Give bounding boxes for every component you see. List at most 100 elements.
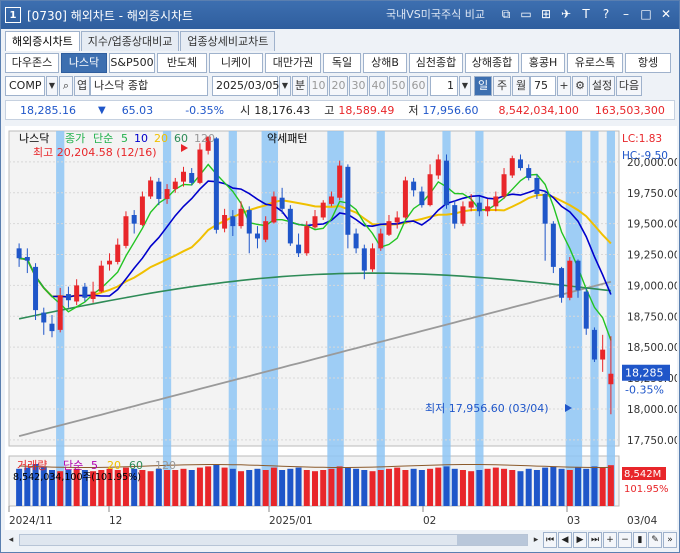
chart-canvas[interactable]: 20,000.0019,750.0019,500.0019,250.0019,0… [5,126,677,530]
count-field[interactable]: 1 [430,76,458,96]
volume-value: 8,542,034,100 [498,103,579,117]
index-button-sp500[interactable]: S&P500 [109,53,155,73]
index-button-hangseng[interactable]: 항셍 [625,53,671,73]
index-button-nasdaq[interactable]: 나스닥 [61,53,107,73]
index-button-germany[interactable]: 독일 [323,53,361,73]
low-label: 저 [408,104,419,117]
weekly-button[interactable]: 주 [493,76,511,96]
index-button-dow[interactable]: 다우존스 [5,53,59,73]
volume-bar [575,467,582,506]
zoom-in-icon[interactable]: + [603,532,617,548]
price-chart[interactable]: 20,000.00 19,750.00 19,500.00 19,250.00 19,0… [5,126,677,530]
volume-bar [591,466,598,506]
count-dropdown-icon[interactable]: ▼ [459,76,471,96]
settings-button[interactable]: 설정 [589,76,615,96]
candle-body [148,180,154,197]
tools-icon[interactable]: ✎ [648,532,662,548]
play-icon[interactable]: ▶ [573,532,587,548]
candle-body [172,181,178,190]
close-icon[interactable]: ✕ [657,5,675,23]
maximize-icon[interactable]: □ [637,5,655,23]
screen-icon[interactable]: ▭ [517,5,535,23]
scroll-thumb[interactable] [457,535,527,545]
last-icon[interactable]: ⏭ [588,532,602,548]
candle-body [41,312,47,323]
index-button-taiwan[interactable]: 대만가권 [265,53,321,73]
next-button[interactable]: 다음 [616,76,642,96]
volume-bar [459,470,466,506]
period-10-button[interactable]: 10 [309,76,328,96]
volume-bar [221,467,228,506]
period-40-button[interactable]: 40 [369,76,388,96]
price-change: 65.03 [121,103,154,117]
increase-icon[interactable]: + [557,76,571,96]
help-icon[interactable]: ? [597,5,615,23]
volume-bar [509,470,516,506]
candle-body [82,286,88,298]
lc-label: LC:1.83 [622,133,662,145]
compare-link[interactable]: 국내VS미국주식 비교 [386,6,485,22]
index-selector: 다우존스 나스닥 S&P500 반도체 니케이 대만가권 독일 상해B 심천종합… [5,53,673,73]
tab-overseas-chart[interactable]: 해외증시차트 [5,31,80,51]
link-icon[interactable]: ⧉ [497,5,515,23]
index-button-eurostoxx[interactable]: 유로스톡 [567,53,623,73]
percent-change: -0.35% [185,103,225,117]
index-button-nikkei[interactable]: 니케이 [209,53,263,73]
scroll-left-icon[interactable]: ◂ [5,533,17,547]
gear-icon[interactable]: ⚙ [572,76,588,96]
tab-sector-detail[interactable]: 업종상세비교차트 [180,31,276,51]
candle-body [534,177,540,194]
symbol-dropdown-icon[interactable]: ▼ [46,76,58,96]
layout-icon[interactable]: ⊞ [537,5,555,23]
pin-icon[interactable]: ✈ [557,5,575,23]
volume-bar [164,470,171,506]
period-20-button[interactable]: 20 [329,76,348,96]
down-arrow-icon: ▼ [97,104,106,116]
daily-button[interactable]: 일 [474,76,492,96]
y-tick-label: 18,000.00 [627,404,677,416]
minimize-icon[interactable]: – [617,5,635,23]
index-button-shanghai-b[interactable]: 상해B [363,53,407,73]
index-button-shenzhen[interactable]: 심천종합 [409,53,463,73]
list-button[interactable]: 엽 [74,76,90,96]
symbol-field[interactable]: COMP [5,76,45,96]
x-tick-label: 02 [423,515,436,527]
candle-body [517,159,523,169]
volume-bar [525,468,532,506]
x-tick-label: 03 [567,515,580,527]
t-icon[interactable]: T [577,5,595,23]
candle-body [493,196,499,207]
date-dropdown-icon[interactable]: ▼ [279,76,291,96]
volume-bar [328,468,335,506]
volume-bar [180,468,187,506]
period-60-button[interactable]: 60 [409,76,428,96]
magnifier-icon[interactable]: ⌕ [59,76,73,96]
candle-body [238,208,244,227]
monthly-button[interactable]: 월 [512,76,530,96]
bar-count-field[interactable]: 75 [530,76,556,96]
scroll-right-icon[interactable]: ▸ [530,533,542,547]
x-tick-label: 2025/01 [269,515,313,527]
high-marker-label: 최고 20,204.58 (12/16) [33,146,157,159]
pattern-highlight-band [565,131,583,506]
first-icon[interactable]: ⏮ [543,532,557,548]
period-30-button[interactable]: 30 [349,76,368,96]
index-button-shanghai-composite[interactable]: 상해종합 [465,53,519,73]
scroll-track[interactable] [19,534,528,546]
low-price: 17,956.60 [422,103,479,117]
tab-index-relative[interactable]: 지수/업종상대비교 [80,31,180,51]
volume-bar [517,471,524,506]
candle-icon[interactable]: ▮ [633,532,647,548]
period-50-button[interactable]: 50 [389,76,408,96]
date-field[interactable]: 2025/03/05 [212,76,279,96]
candle-body [271,196,277,223]
minute-button[interactable]: 분 [292,76,308,96]
zoom-out-icon[interactable]: − [618,532,632,548]
index-button-semiconductor[interactable]: 반도체 [157,53,207,73]
index-button-hongkong-h[interactable]: 홍콩H [521,53,565,73]
candle-body [230,216,236,227]
prev-icon[interactable]: ◀ [558,532,572,548]
scroll-end-icon[interactable]: » [663,532,677,548]
y-tick-label: 17,750.00 [627,435,677,447]
pattern-highlight-band [475,131,484,506]
